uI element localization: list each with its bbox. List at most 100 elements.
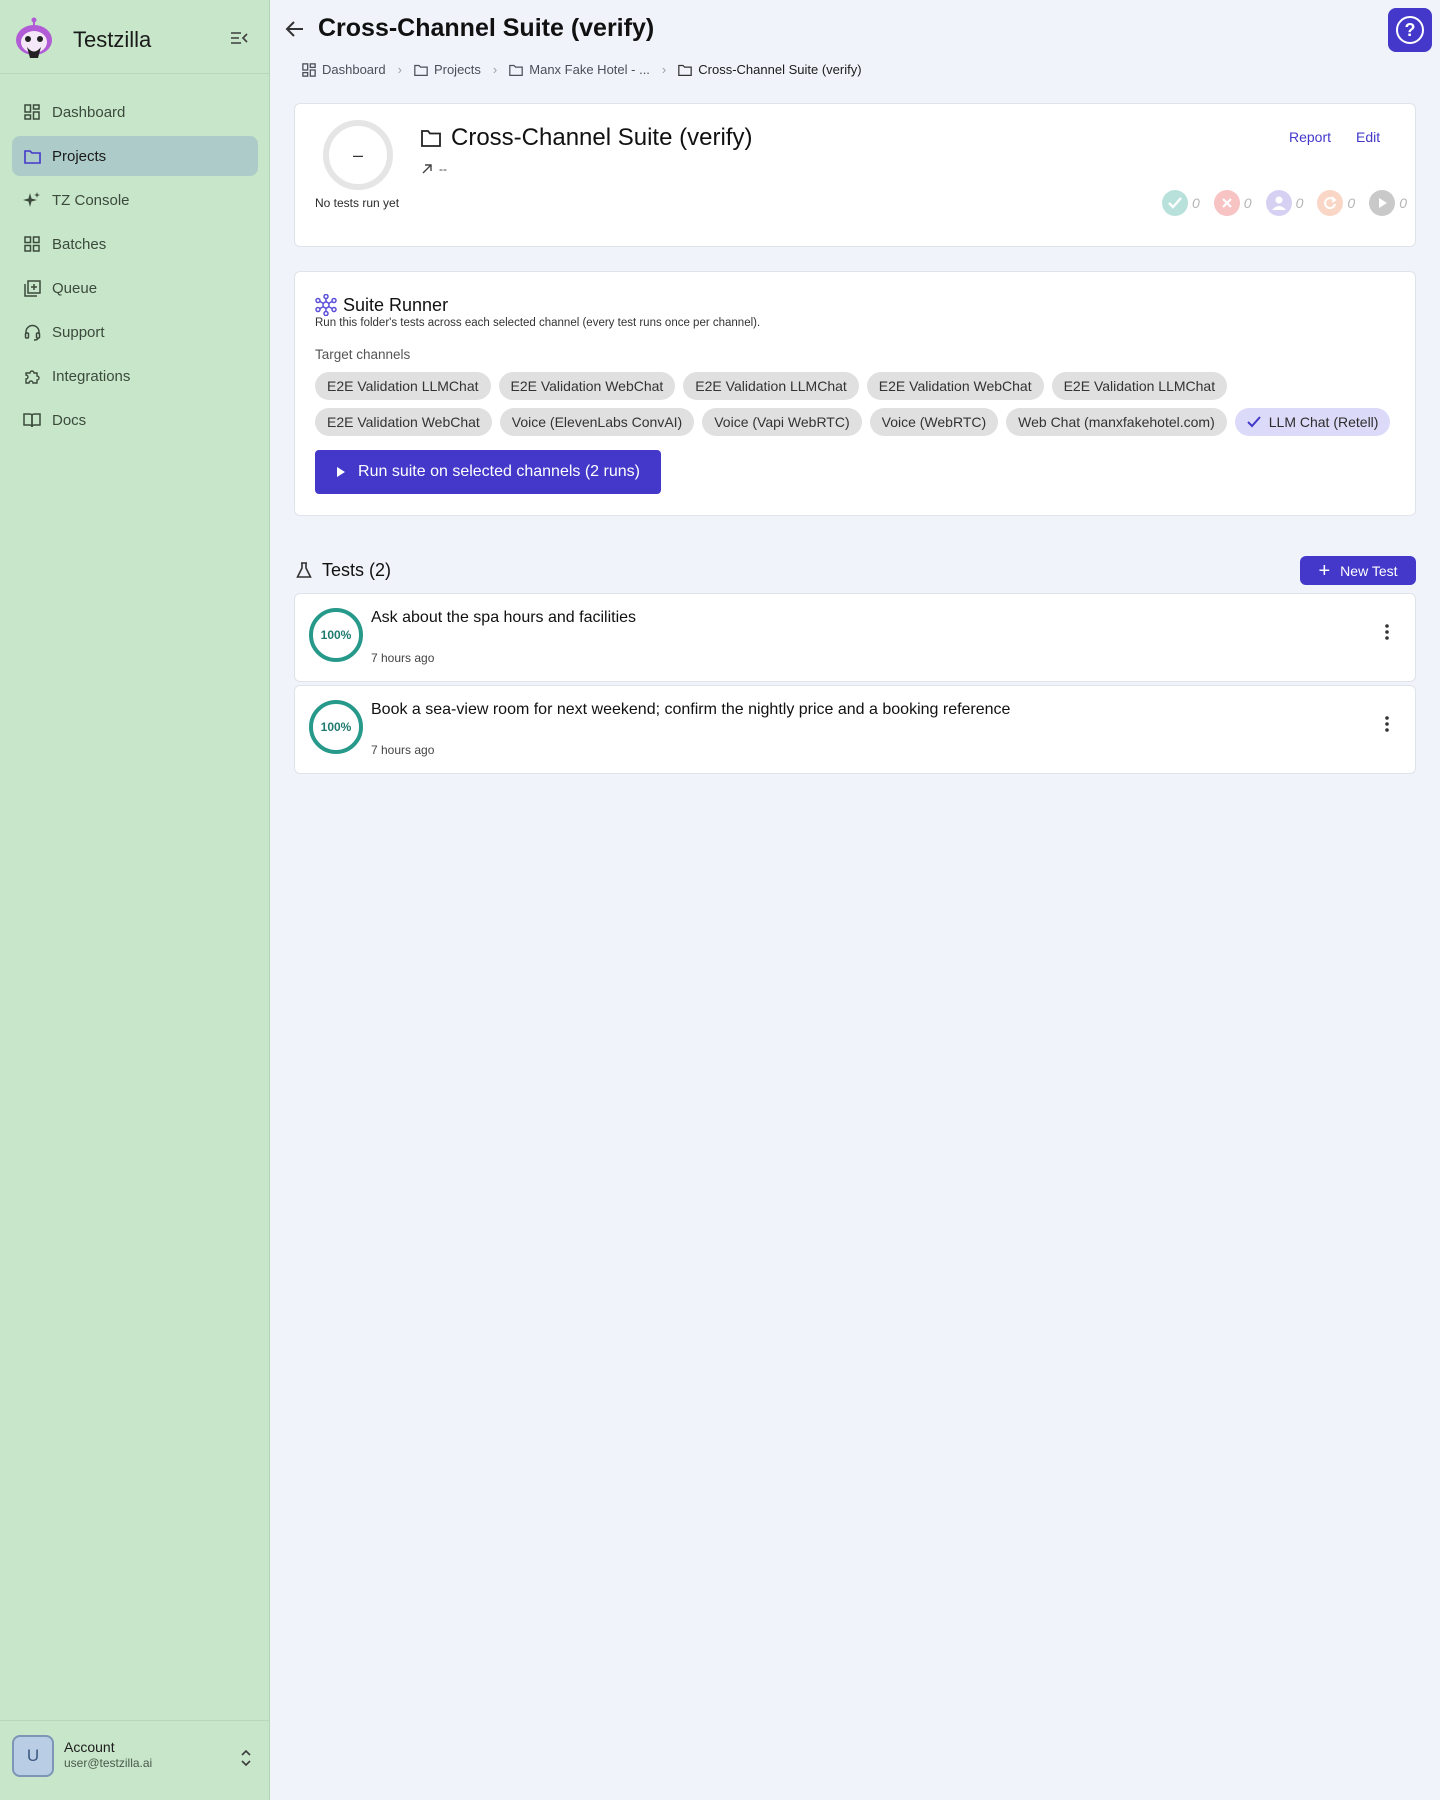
channel-chip[interactable]: E2E Validation WebChat — [315, 408, 492, 436]
breadcrumb-label: Manx Fake Hotel - ... — [529, 62, 650, 77]
dashboard-icon — [23, 103, 41, 121]
account-switcher[interactable]: U Account user@testzilla.ai — [0, 1720, 270, 1800]
run-suite-label: Run suite on selected channels (2 runs) — [358, 463, 640, 480]
sidebar-item-dashboard[interactable]: Dashboard — [12, 92, 258, 132]
book-icon — [23, 411, 41, 429]
breadcrumb-dashboard[interactable]: Dashboard — [302, 62, 386, 77]
chevron-right-icon: › — [661, 62, 667, 77]
channel-chip[interactable]: E2E Validation LLMChat — [1051, 372, 1228, 400]
back-arrow-icon[interactable] — [284, 18, 306, 40]
folder-icon — [509, 64, 524, 76]
more-options-icon[interactable] — [1375, 712, 1399, 736]
tests-heading-text: Tests (2) — [322, 560, 392, 580]
play-circle-icon — [1369, 190, 1396, 216]
stat-pending: 0 — [1369, 190, 1407, 216]
edit-button[interactable]: Edit — [1356, 129, 1380, 145]
test-row[interactable]: 100% Ask about the spa hours and facilit… — [294, 593, 1416, 682]
retry-icon — [1317, 190, 1344, 216]
breadcrumb: Dashboard › Projects › Manx Fake Hotel -… — [302, 62, 862, 77]
new-test-label: New Test — [1340, 562, 1398, 579]
breadcrumb-project[interactable]: Manx Fake Hotel - ... — [509, 62, 650, 77]
flask-icon — [296, 562, 312, 578]
folder-summary-card: – No tests run yet Cross-Channel Suite (… — [294, 103, 1416, 247]
test-title: Book a sea-view room for next weekend; c… — [371, 701, 1011, 718]
suite-runner-card: Suite Runner Run this folder's tests acr… — [294, 271, 1416, 516]
grid-icon — [23, 235, 41, 253]
stat-retry: 0 — [1317, 190, 1355, 216]
sidebar-item-tz-console[interactable]: TZ Console — [12, 180, 258, 220]
suite-runner-description: Run this folder's tests across each sele… — [315, 317, 761, 329]
channel-chip[interactable]: E2E Validation WebChat — [498, 372, 676, 400]
channel-chip[interactable]: Voice (ElevenLabs ConvAI) — [499, 408, 695, 436]
test-timestamp: 7 hours ago — [371, 651, 435, 665]
folder-title-text: Cross-Channel Suite (verify) — [451, 124, 753, 151]
sidebar-item-docs[interactable]: Docs — [12, 400, 258, 440]
channel-chip[interactable]: Voice (WebRTC) — [869, 408, 999, 436]
stat-value: 0 — [1243, 195, 1252, 211]
collapse-sidebar-icon[interactable] — [230, 30, 248, 46]
run-suite-button[interactable]: Run suite on selected channels (2 runs) — [315, 450, 661, 494]
breadcrumb-projects[interactable]: Projects — [414, 62, 481, 77]
new-test-button[interactable]: + New Test — [1300, 556, 1416, 585]
channel-chip-selected[interactable]: LLM Chat (Retell) — [1234, 408, 1391, 436]
chevron-right-icon: › — [492, 62, 498, 77]
stat-value: 0 — [1295, 195, 1304, 211]
sidebar-nav: Dashboard Projects TZ Console Batches Qu… — [12, 92, 258, 444]
sparkle-icon — [23, 191, 41, 209]
sidebar-item-label: Batches — [52, 235, 107, 253]
sidebar-item-projects[interactable]: Projects — [12, 136, 258, 176]
folder-icon — [414, 64, 428, 76]
stat-passed: 0 — [1162, 190, 1200, 216]
channel-chip[interactable]: E2E Validation LLMChat — [683, 372, 859, 400]
headset-icon — [23, 323, 41, 341]
help-button[interactable]: ? — [1388, 8, 1432, 52]
channel-chip-label: LLM Chat (Retell) — [1268, 414, 1379, 430]
channel-chips: E2E Validation LLMChat E2E Validation We… — [315, 372, 1405, 444]
stat-value: 0 — [1347, 195, 1356, 211]
puzzle-icon — [23, 367, 41, 385]
channel-chip[interactable]: E2E Validation WebChat — [866, 372, 1044, 400]
check-circle-icon — [1162, 190, 1188, 216]
trend-arrow-icon — [422, 164, 432, 174]
report-button[interactable]: Report — [1289, 129, 1331, 145]
sidebar-item-label: Dashboard — [52, 103, 126, 121]
app-name: Testzilla — [73, 27, 152, 52]
channel-chip[interactable]: E2E Validation LLMChat — [315, 372, 491, 400]
breadcrumb-label: Cross-Channel Suite (verify) — [698, 62, 862, 77]
sidebar-item-batches[interactable]: Batches — [12, 224, 258, 264]
help-icon: ? — [1396, 16, 1424, 44]
test-timestamp: 7 hours ago — [371, 743, 435, 757]
suite-runner-title: Suite Runner — [315, 294, 448, 316]
test-row[interactable]: 100% Book a sea-view room for next weeke… — [294, 685, 1416, 774]
suite-runner-title-text: Suite Runner — [343, 294, 449, 315]
folder-icon — [678, 64, 693, 76]
trend: -- — [421, 162, 447, 176]
plus-icon: + — [1318, 559, 1331, 582]
sidebar: Testzilla Dashboard Projects TZ Console — [0, 0, 270, 1800]
breadcrumb-current: Cross-Channel Suite (verify) — [678, 62, 862, 77]
breadcrumb-label: Dashboard — [322, 62, 386, 77]
test-title: Ask about the spa hours and facilities — [371, 609, 637, 626]
avatar: U — [12, 1735, 54, 1777]
channel-chip[interactable]: Voice (Vapi WebRTC) — [702, 408, 862, 436]
chevron-right-icon: › — [397, 62, 402, 77]
sidebar-item-integrations[interactable]: Integrations — [12, 356, 258, 396]
score-ring: – — [323, 120, 393, 190]
network-icon — [315, 294, 337, 316]
test-score-ring: 100% — [309, 700, 363, 754]
sidebar-item-label: Integrations — [52, 367, 131, 385]
brand: Testzilla — [0, 0, 270, 74]
trend-value: -- — [439, 162, 447, 176]
channel-chip[interactable]: Web Chat (manxfakehotel.com) — [1006, 408, 1227, 436]
test-score-ring: 100% — [309, 608, 363, 662]
more-options-icon[interactable] — [1375, 620, 1399, 644]
account-name: Account — [64, 1739, 115, 1755]
stat-value: 0 — [1399, 195, 1407, 211]
sidebar-item-queue[interactable]: Queue — [12, 268, 258, 308]
stat-value: 0 — [1192, 195, 1200, 211]
sidebar-item-support[interactable]: Support — [12, 312, 258, 352]
x-circle-icon — [1213, 190, 1240, 216]
account-email: user@testzilla.ai — [64, 1756, 153, 1770]
chevron-up-down-icon — [241, 1749, 251, 1767]
stat-failed: 0 — [1213, 190, 1252, 216]
